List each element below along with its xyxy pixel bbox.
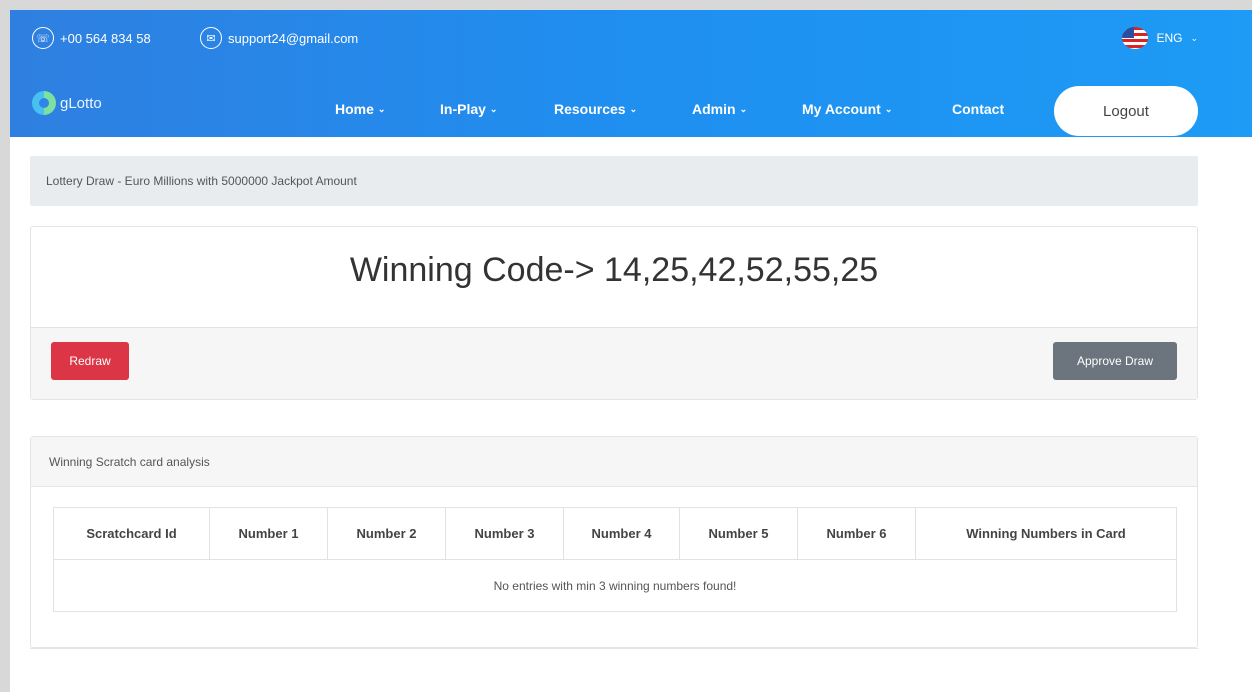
table-row: No entries with min 3 winning numbers fo…	[53, 559, 1177, 612]
scratch-card-analysis-card: Winning Scratch card analysis Scratchcar…	[30, 436, 1198, 648]
phone-number: +00 564 834 58	[60, 30, 151, 46]
column-header[interactable]: Number 6	[797, 507, 916, 560]
chevron-down-icon: ⌄	[377, 103, 386, 114]
winning-code-title: Winning Code-> 14,25,42,52,55,25	[349, 251, 879, 289]
chevron-down-icon: ⌄	[489, 103, 498, 114]
email-address: support24@gmail.com	[228, 30, 359, 46]
us-flag-icon	[1122, 27, 1149, 49]
mail-icon: ✉	[200, 27, 222, 49]
column-header[interactable]: Scratchcard Id	[53, 507, 210, 560]
nav-home-label: Home	[335, 101, 374, 117]
nav-contact[interactable]: Contact	[952, 101, 1004, 117]
logo-text: gLotto	[60, 94, 102, 112]
draw-actions: Redraw Approve Draw	[31, 327, 1197, 399]
column-header[interactable]: Number 5	[679, 507, 798, 560]
analysis-title-text: Winning Scratch card analysis	[49, 454, 210, 469]
nav-my-account-label: My Account	[802, 101, 881, 117]
page: ☏ +00 564 834 58 ✉ support24@gmail.com E…	[10, 10, 1252, 692]
table-header-row: Scratchcard Id Number 1 Number 2 Number …	[53, 507, 1177, 560]
nav-admin[interactable]: Admin ⌄	[692, 101, 747, 117]
nav-my-account[interactable]: My Account ⌄	[802, 101, 892, 117]
column-header[interactable]: Winning Numbers in Card	[915, 507, 1177, 560]
top-contact-bar: ☏ +00 564 834 58 ✉ support24@gmail.com E…	[10, 10, 1252, 70]
breadcrumb-text: Lottery Draw - Euro Millions with 500000…	[46, 174, 357, 188]
winning-code-card: Winning Code-> 14,25,42,52,55,25 Redraw …	[30, 226, 1198, 400]
language-selector[interactable]: ENG ⌄	[1122, 26, 1198, 50]
analysis-title: Winning Scratch card analysis	[31, 437, 1197, 487]
approve-draw-button[interactable]: Approve Draw	[1053, 342, 1177, 380]
redraw-button[interactable]: Redraw	[51, 342, 129, 380]
nav-contact-label: Contact	[952, 101, 1005, 117]
nav-resources[interactable]: Resources ⌄	[554, 101, 637, 117]
column-header[interactable]: Number 2	[327, 507, 446, 560]
nav-admin-label: Admin	[692, 101, 736, 117]
site-header: ☏ +00 564 834 58 ✉ support24@gmail.com E…	[10, 10, 1252, 137]
analysis-table: Scratchcard Id Number 1 Number 2 Number …	[53, 507, 1177, 612]
chevron-down-icon: ⌄	[739, 103, 748, 114]
nav-in-play-label: In-Play	[440, 101, 486, 117]
breadcrumb: Lottery Draw - Euro Millions with 500000…	[30, 156, 1198, 206]
headset-icon: ☏	[32, 27, 54, 49]
divider	[30, 648, 1198, 649]
email-contact[interactable]: ✉ support24@gmail.com	[200, 26, 358, 50]
chevron-down-icon: ⌄	[884, 103, 893, 114]
column-header[interactable]: Number 3	[445, 507, 564, 560]
column-header[interactable]: Number 4	[563, 507, 680, 560]
nav-home[interactable]: Home ⌄	[335, 101, 385, 117]
logo-icon	[32, 91, 56, 115]
site-logo[interactable]: gLotto	[32, 90, 102, 116]
phone-contact[interactable]: ☏ +00 564 834 58	[32, 26, 151, 50]
empty-message: No entries with min 3 winning numbers fo…	[53, 559, 1177, 612]
column-header[interactable]: Number 1	[209, 507, 328, 560]
main-navbar: gLotto Home ⌄ In-Play ⌄ Resources ⌄ Admi…	[10, 70, 1252, 137]
logout-button[interactable]: Logout	[1054, 86, 1198, 136]
chevron-down-icon: ⌄	[1190, 32, 1198, 43]
chevron-down-icon: ⌄	[629, 103, 638, 114]
nav-in-play[interactable]: In-Play ⌄	[440, 101, 497, 117]
nav-resources-label: Resources	[554, 101, 626, 117]
language-label: ENG	[1156, 31, 1183, 45]
